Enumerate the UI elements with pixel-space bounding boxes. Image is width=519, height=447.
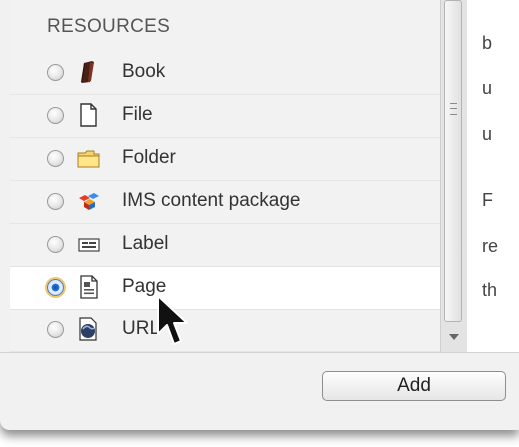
description-fragment: th — [482, 280, 498, 300]
radio-file[interactable] — [47, 107, 64, 124]
option-label-ims-content-package: IMS content package — [122, 190, 301, 211]
option-folder[interactable]: Folder — [10, 138, 440, 181]
file-icon — [76, 103, 102, 127]
description-fragment: u — [482, 124, 493, 144]
option-label-book: Book — [122, 61, 166, 82]
activity-chooser-dialog: RESOURCES Book File Folder IMS content p… — [0, 0, 519, 430]
resource-list: RESOURCES Book File Folder IMS content p… — [10, 0, 440, 352]
page-icon — [76, 275, 102, 299]
radio-book[interactable] — [47, 64, 64, 81]
radio-label[interactable] — [47, 236, 64, 253]
option-label-label: Label — [122, 233, 169, 254]
book-icon — [76, 60, 102, 84]
radio-url[interactable] — [47, 321, 64, 338]
option-url[interactable]: URL — [10, 309, 440, 352]
url-icon — [76, 317, 102, 341]
description-fragment: b — [482, 33, 493, 53]
description-fragment: F — [482, 190, 493, 210]
option-label-folder: Folder — [122, 147, 176, 168]
add-button[interactable]: Add — [322, 371, 506, 401]
option-label[interactable]: Label — [10, 224, 440, 267]
description-panel: b u u F re th — [467, 0, 519, 352]
option-label-file: File — [122, 104, 153, 125]
label-icon — [76, 232, 102, 256]
grip-icon — [450, 103, 457, 115]
mouse-pointer-icon — [156, 294, 192, 350]
description-fragment: u — [482, 78, 493, 98]
option-label-url: URL — [122, 318, 161, 339]
radio-folder[interactable] — [47, 150, 64, 167]
list-scrollbar[interactable] — [440, 0, 467, 352]
option-book[interactable]: Book — [10, 52, 440, 95]
dialog-footer: Add — [0, 352, 519, 430]
description-fragment: re — [482, 236, 499, 256]
option-ims-content-package[interactable]: IMS content package — [10, 181, 440, 224]
folder-icon — [76, 146, 102, 170]
section-heading-resources: RESOURCES — [47, 16, 171, 37]
scrollbar-thumb[interactable] — [444, 0, 462, 322]
option-file[interactable]: File — [10, 95, 440, 138]
option-page[interactable]: Page — [10, 266, 440, 310]
scroll-down-arrow-icon[interactable] — [449, 334, 459, 340]
radio-page[interactable] — [47, 279, 64, 296]
radio-ims-content-package[interactable] — [47, 193, 64, 210]
ims-package-icon — [76, 189, 102, 213]
